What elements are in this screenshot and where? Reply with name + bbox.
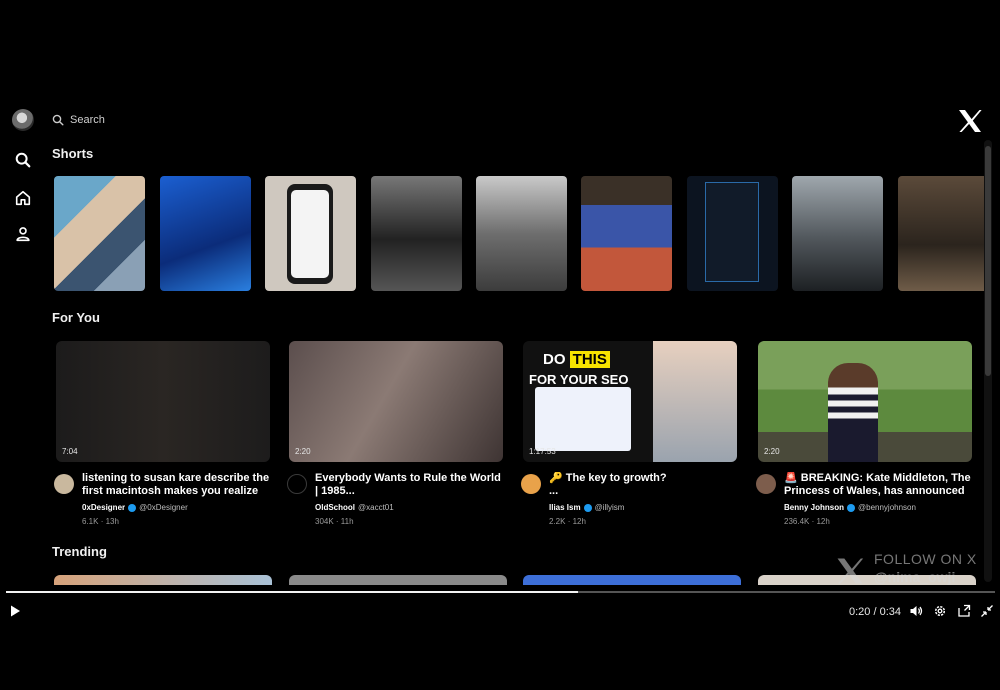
scrollbar[interactable]: [984, 140, 992, 582]
author-handle: @0xDesigner: [139, 503, 188, 512]
thumbnail-text: DO THIS: [543, 351, 610, 368]
avatar[interactable]: [521, 474, 541, 494]
video-title[interactable]: 🚨 BREAKING: Kate Middleton, The Princess…: [784, 472, 972, 498]
pip-icon: [958, 604, 971, 617]
post-age: 13h: [105, 517, 119, 526]
shorts-row: [54, 176, 984, 291]
post-age: 12h: [572, 517, 586, 526]
author-name[interactable]: OldSchool: [315, 503, 355, 512]
watermark-follow-text: FOLLOW ON X: [874, 551, 977, 567]
short-card[interactable]: [898, 176, 984, 291]
author-name[interactable]: Ilias Ism: [549, 503, 581, 512]
watermark-handle: @nima_owji: [874, 569, 956, 585]
video-duration: 2:20: [764, 447, 780, 456]
settings-button[interactable]: [933, 604, 947, 618]
section-title-trending: Trending: [52, 544, 107, 559]
video-time: 0:20 / 0:34: [849, 606, 901, 618]
x-logo-icon: [837, 558, 864, 584]
avatar[interactable]: [12, 109, 34, 131]
author-name[interactable]: 0xDesigner: [82, 503, 125, 512]
x-logo-icon: [959, 110, 982, 132]
verified-icon: [128, 503, 137, 512]
video-progress-fill: [6, 591, 578, 593]
play-icon: [11, 605, 20, 617]
author-name[interactable]: Benny Johnson: [784, 503, 844, 512]
short-card[interactable]: [54, 176, 145, 291]
short-card[interactable]: [265, 176, 356, 291]
short-card[interactable]: [792, 176, 883, 291]
short-card[interactable]: [371, 176, 462, 291]
view-count: 6.1K: [82, 517, 99, 526]
volume-icon: [910, 606, 923, 616]
view-count: 236.4K: [784, 517, 810, 526]
author-handle: @illyism: [594, 503, 625, 512]
view-count: 2.2K: [549, 517, 566, 526]
video-thumbnail[interactable]: DO THIS FOR YOUR SEO 1:17:53: [523, 341, 737, 462]
short-card[interactable]: [160, 176, 251, 291]
video-progress-bar[interactable]: [6, 591, 995, 593]
video-thumbnail[interactable]: 7:04: [56, 341, 270, 462]
avatar[interactable]: [287, 474, 307, 494]
thumbnail-text: FOR YOUR SEO: [529, 372, 629, 387]
gear-icon: [934, 605, 946, 617]
verified-icon: [583, 503, 592, 512]
picture-in-picture-button[interactable]: [957, 604, 971, 618]
search-input[interactable]: Search: [70, 114, 105, 126]
video-title[interactable]: listening to susan kare describe the fir…: [82, 472, 270, 498]
verified-icon: [847, 503, 856, 512]
profile-icon[interactable]: [13, 224, 33, 244]
collapse-icon: [981, 605, 993, 617]
video-duration: 2:20: [295, 447, 311, 456]
video-card[interactable]: 2:20 🚨 BREAKING: Kate Middleton, The Pri…: [756, 341, 972, 526]
short-card[interactable]: [476, 176, 567, 291]
short-card[interactable]: [581, 176, 672, 291]
home-icon[interactable]: [13, 188, 33, 208]
search-bar[interactable]: Search: [52, 110, 105, 130]
exit-fullscreen-button[interactable]: [980, 604, 994, 618]
video-thumbnail[interactable]: 2:20: [289, 341, 503, 462]
avatar[interactable]: [54, 474, 74, 494]
view-count: 304K: [315, 517, 334, 526]
watermark: FOLLOW ON X @nima_owji: [832, 548, 992, 590]
video-thumbnail[interactable]: 2:20: [758, 341, 972, 462]
avatar[interactable]: [756, 474, 776, 494]
video-title[interactable]: 🔑 The key to growth?...: [549, 472, 737, 498]
trending-card[interactable]: [523, 575, 741, 585]
trending-card[interactable]: [289, 575, 507, 585]
video-card[interactable]: 7:04 listening to susan kare describe th…: [54, 341, 270, 526]
play-button[interactable]: [8, 604, 22, 618]
section-title-shorts: Shorts: [52, 146, 94, 161]
video-card[interactable]: DO THIS FOR YOUR SEO 1:17:53 🔑 The key t…: [521, 341, 737, 526]
video-title[interactable]: Everybody Wants to Rule the World | 1985…: [315, 472, 503, 498]
author-handle: @xacct01: [358, 503, 394, 512]
section-title-for-you: For You: [52, 310, 100, 325]
video-duration: 1:17:53: [529, 447, 556, 456]
post-age: 12h: [816, 517, 830, 526]
volume-button[interactable]: [909, 604, 923, 618]
post-age: 11h: [340, 517, 354, 526]
trending-card[interactable]: [54, 575, 272, 585]
video-card[interactable]: 2:20 Everybody Wants to Rule the World |…: [287, 341, 503, 526]
search-icon: [52, 114, 64, 126]
scrollbar-thumb[interactable]: [985, 146, 991, 376]
search-icon[interactable]: [13, 150, 33, 170]
short-card[interactable]: [687, 176, 778, 291]
author-handle: @bennyjohnson: [858, 503, 916, 512]
video-duration: 7:04: [62, 447, 78, 456]
